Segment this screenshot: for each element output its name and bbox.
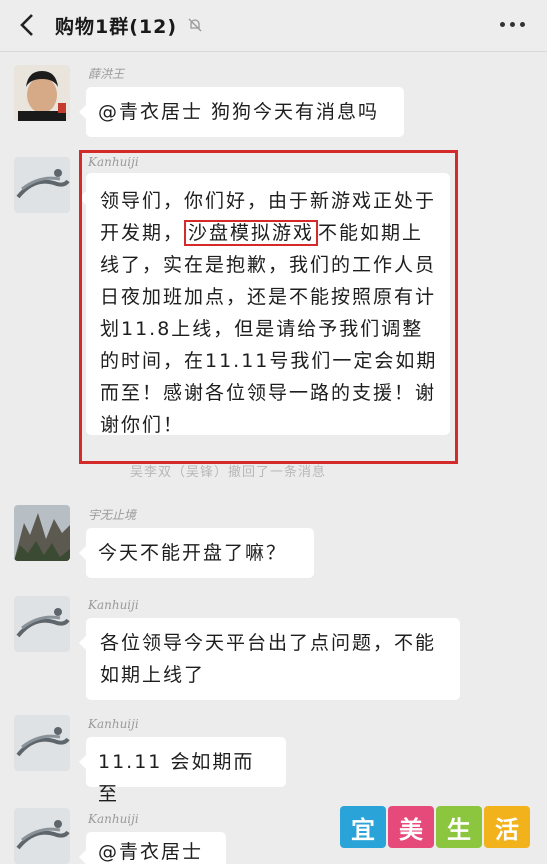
watermark-char: 宜 xyxy=(340,806,386,848)
chat-title: 购物1群(12) xyxy=(55,16,178,38)
sender-name: 薛洪王 xyxy=(88,67,125,81)
avatar[interactable] xyxy=(14,65,70,121)
avatar[interactable] xyxy=(14,505,70,561)
sender-name: Kanhuiji xyxy=(88,717,139,731)
watermark-char: 美 xyxy=(388,806,434,848)
message-bubble[interactable]: 各位领导今天平台出了点问题，不能如期上线了 xyxy=(79,618,460,700)
avatar[interactable] xyxy=(14,808,70,864)
avatar[interactable] xyxy=(14,715,70,771)
annotation-frame xyxy=(79,150,458,464)
sender-name: Kanhuiji xyxy=(88,812,139,826)
bell-off-icon xyxy=(188,18,202,32)
sender-name: Kanhuiji xyxy=(88,598,139,612)
chat-header: 购物1群(12) xyxy=(0,0,547,52)
chevron-left-icon[interactable] xyxy=(14,10,42,40)
ellipsis-icon[interactable] xyxy=(500,22,525,27)
watermark-logo: 宜 美 生 活 xyxy=(340,806,530,848)
message-bubble[interactable]: 今天不能开盘了嘛？ xyxy=(79,528,314,578)
message-bubble[interactable]: @青衣居士 xyxy=(79,832,226,864)
sender-name: 宇无止境 xyxy=(88,508,137,522)
message-bubble[interactable]: @青衣居士 狗狗今天有消息吗 xyxy=(79,87,404,137)
avatar[interactable] xyxy=(14,596,70,652)
message-bubble[interactable]: 11.11 会如期而至 xyxy=(79,737,286,805)
system-notice: 吴李双（吴锋）撤回了一条消息 xyxy=(130,465,327,480)
avatar[interactable] xyxy=(14,157,70,213)
watermark-char: 生 xyxy=(436,806,482,848)
watermark-char: 活 xyxy=(484,806,530,848)
